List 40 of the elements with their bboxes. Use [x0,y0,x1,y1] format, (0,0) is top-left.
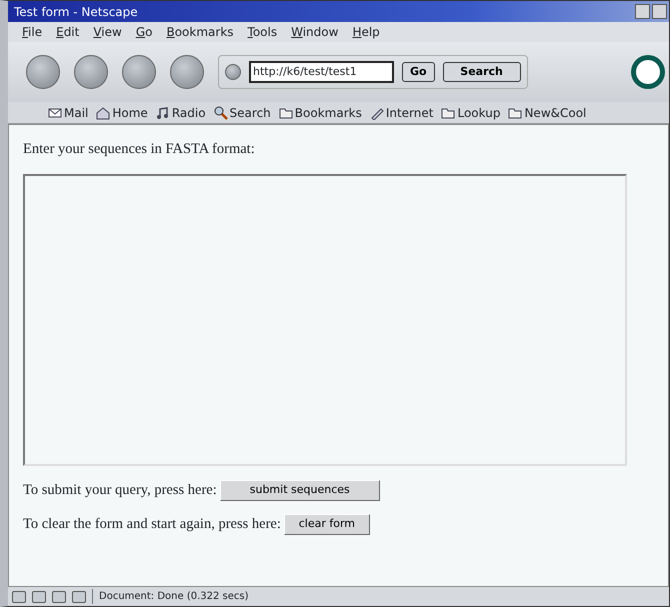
reload-button[interactable] [122,55,156,89]
stop-button[interactable] [170,55,204,89]
toolbar-link[interactable]: Radio [172,104,206,122]
toolbar-link[interactable]: New&Cool [524,104,586,122]
clear-button[interactable]: clear form [284,514,370,535]
forward-button[interactable] [74,55,108,89]
toolbar-link[interactable]: Mail [64,104,88,122]
menu-item[interactable]: File [22,23,42,41]
toolbar-link[interactable]: Search [230,104,271,122]
go-button[interactable]: Go [402,62,435,82]
menu-item[interactable]: Window [291,23,338,41]
window-title: Test form - Netscape [14,4,138,20]
toolbar-link[interactable]: Internet [386,104,434,122]
menu-item[interactable]: Help [352,23,380,41]
submit-instruction: To submit your query, press here: [23,480,217,500]
menu-item[interactable]: Tools [248,23,278,41]
toolbar-link[interactable]: Home [112,104,148,122]
submit-button[interactable]: submit sequences [220,480,380,501]
home-icon [96,106,110,120]
music-note-icon [156,106,170,120]
clear-instruction: To clear the form and start again, press here: [23,514,281,534]
toolbar-link[interactable]: Bookmarks [294,104,362,122]
maximize-button[interactable] [652,4,667,19]
link-icon [370,106,384,120]
dropdown-button[interactable] [225,64,241,80]
menu-item[interactable]: View [93,23,122,41]
menu-item[interactable]: Edit [56,23,80,41]
menu-item[interactable]: Go [136,23,152,41]
toolbar-link[interactable]: Lookup [457,104,500,122]
folder-icon [508,106,522,120]
address-field[interactable]: http://k6/test/test1 [249,61,394,83]
back-button[interactable] [26,55,60,89]
status-text: Document: Done (0.322 secs) [92,589,542,604]
search-icon [214,106,228,120]
menu-item[interactable]: Bookmarks [166,23,234,41]
search-button[interactable]: Search [442,62,521,82]
folder-icon [441,106,456,120]
minimize-button[interactable] [635,4,650,19]
folder-icon [278,106,293,120]
form-prompt: Enter your sequences in FASTA format: [23,140,256,159]
